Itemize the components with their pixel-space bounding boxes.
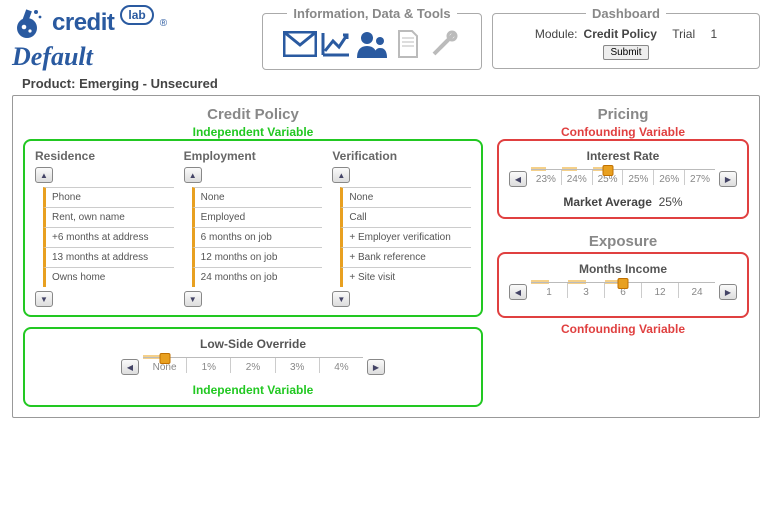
- pricing-title: Pricing: [497, 106, 749, 123]
- slider-tick[interactable]: None: [143, 358, 186, 373]
- slider-tick[interactable]: 12: [641, 283, 678, 298]
- pricing-section: Pricing Confounding Variable Interest Ra…: [497, 106, 749, 219]
- criteria-option[interactable]: 12 months on job: [192, 247, 323, 267]
- logo-lab: lab: [120, 5, 153, 25]
- credit-policy-title: Credit Policy: [23, 106, 483, 123]
- criteria-title: Residence: [35, 149, 174, 163]
- independent-variable-label-bottom: Independent Variable: [35, 383, 471, 397]
- dashboard-panel: Dashboard Module: Credit Policy Trial 1 …: [492, 6, 760, 69]
- criteria-option[interactable]: 6 months on job: [192, 227, 323, 247]
- mode-label: Default: [12, 42, 252, 72]
- mail-icon[interactable]: [283, 27, 317, 61]
- tools-title: Information, Data & Tools: [287, 6, 456, 21]
- slider-tick[interactable]: 1%: [186, 358, 230, 373]
- rate-decrement[interactable]: ◀: [509, 171, 527, 187]
- logo-text: credit: [52, 9, 114, 37]
- slider-tick[interactable]: 24: [678, 283, 715, 298]
- slider-tick[interactable]: 27%: [684, 170, 715, 185]
- criteria-title: Employment: [184, 149, 323, 163]
- confounding-label-exposure: Confounding Variable: [497, 322, 749, 336]
- slider-tick[interactable]: 25%: [592, 170, 623, 185]
- slider-tick[interactable]: 23%: [531, 170, 561, 185]
- criteria-employment: Employment ▲ NoneEmployed6 months on job12…: [184, 149, 323, 307]
- criteria-up-button[interactable]: ▲: [332, 167, 350, 183]
- slider-tick[interactable]: 24%: [561, 170, 592, 185]
- months-income-label: Months Income: [509, 262, 737, 276]
- criteria-up-button[interactable]: ▲: [184, 167, 202, 183]
- override-title: Low-Side Override: [35, 337, 471, 351]
- criteria-option[interactable]: Employed: [192, 207, 323, 227]
- credit-policy-section: Credit Policy Independent Variable Resid…: [23, 106, 483, 317]
- criteria-option[interactable]: Rent, own name: [43, 207, 174, 227]
- criteria-option[interactable]: Owns home: [43, 267, 174, 287]
- logo-area: credit lab ® Default: [12, 6, 252, 72]
- slider-tick[interactable]: 2%: [230, 358, 274, 373]
- rate-increment[interactable]: ▶: [719, 171, 737, 187]
- exposure-title: Exposure: [497, 233, 749, 250]
- criteria-option[interactable]: + Employer verification: [340, 227, 471, 247]
- wrench-icon[interactable]: [427, 27, 461, 61]
- criteria-option[interactable]: +6 months at address: [43, 227, 174, 247]
- slider-tick[interactable]: 4%: [319, 358, 363, 373]
- exposure-section: Exposure Months Income ◀ 1361224 ▶ Confo…: [497, 233, 749, 336]
- module-label: Module:: [535, 27, 578, 41]
- product-value: Emerging - Unsecured: [79, 76, 218, 91]
- criteria-option[interactable]: Phone: [43, 187, 174, 207]
- criteria-residence: Residence ▲ PhoneRent, own name+6 months a…: [35, 149, 174, 307]
- tools-panel: Information, Data & Tools: [262, 6, 482, 70]
- criteria-option[interactable]: 24 months on job: [192, 267, 323, 287]
- criteria-verification: Verification ▲ NoneCall+ Employer verifica…: [332, 149, 471, 307]
- trial-value: 1: [710, 27, 717, 41]
- criteria-option[interactable]: 13 months at address: [43, 247, 174, 267]
- independent-variable-label-top: Independent Variable: [23, 125, 483, 139]
- submit-button[interactable]: Submit: [603, 45, 648, 60]
- criteria-option[interactable]: None: [192, 187, 323, 207]
- product-line: Product: Emerging - Unsecured: [22, 76, 772, 91]
- flask-icon: [12, 6, 46, 40]
- criteria-up-button[interactable]: ▲: [35, 167, 53, 183]
- market-avg-value: 25%: [659, 195, 683, 209]
- criteria-option[interactable]: + Bank reference: [340, 247, 471, 267]
- document-icon[interactable]: [391, 27, 425, 61]
- override-section: Low-Side Override ◀ None1%2%3%4% ▶ Indep…: [23, 327, 483, 407]
- criteria-option[interactable]: + Site visit: [340, 267, 471, 287]
- months-decrement[interactable]: ◀: [509, 284, 527, 300]
- override-decrement[interactable]: ◀: [121, 359, 139, 375]
- slider-tick[interactable]: 3: [567, 283, 604, 298]
- override-increment[interactable]: ▶: [367, 359, 385, 375]
- slider-tick[interactable]: 25%: [622, 170, 653, 185]
- confounding-label-pricing: Confounding Variable: [497, 125, 749, 139]
- criteria-title: Verification: [332, 149, 471, 163]
- trial-label: Trial: [672, 27, 695, 41]
- slider-tick[interactable]: 26%: [653, 170, 684, 185]
- registered-mark: ®: [160, 18, 167, 29]
- module-value: Credit Policy: [584, 27, 657, 41]
- slider-tick[interactable]: 6: [604, 283, 641, 298]
- product-label: Product:: [22, 76, 75, 91]
- slider-tick[interactable]: 1: [531, 283, 567, 298]
- months-increment[interactable]: ▶: [719, 284, 737, 300]
- criteria-down-button[interactable]: ▼: [35, 291, 53, 307]
- interest-rate-label: Interest Rate: [509, 149, 737, 163]
- main-area: Credit Policy Independent Variable Resid…: [12, 95, 760, 418]
- dashboard-title: Dashboard: [586, 6, 666, 21]
- criteria-option[interactable]: None: [340, 187, 471, 207]
- slider-tick[interactable]: 3%: [275, 358, 319, 373]
- market-avg-label: Market Average: [563, 195, 652, 209]
- people-icon[interactable]: [355, 27, 389, 61]
- criteria-option[interactable]: Call: [340, 207, 471, 227]
- criteria-down-button[interactable]: ▼: [332, 291, 350, 307]
- trend-chart-icon[interactable]: [319, 27, 353, 61]
- criteria-down-button[interactable]: ▼: [184, 291, 202, 307]
